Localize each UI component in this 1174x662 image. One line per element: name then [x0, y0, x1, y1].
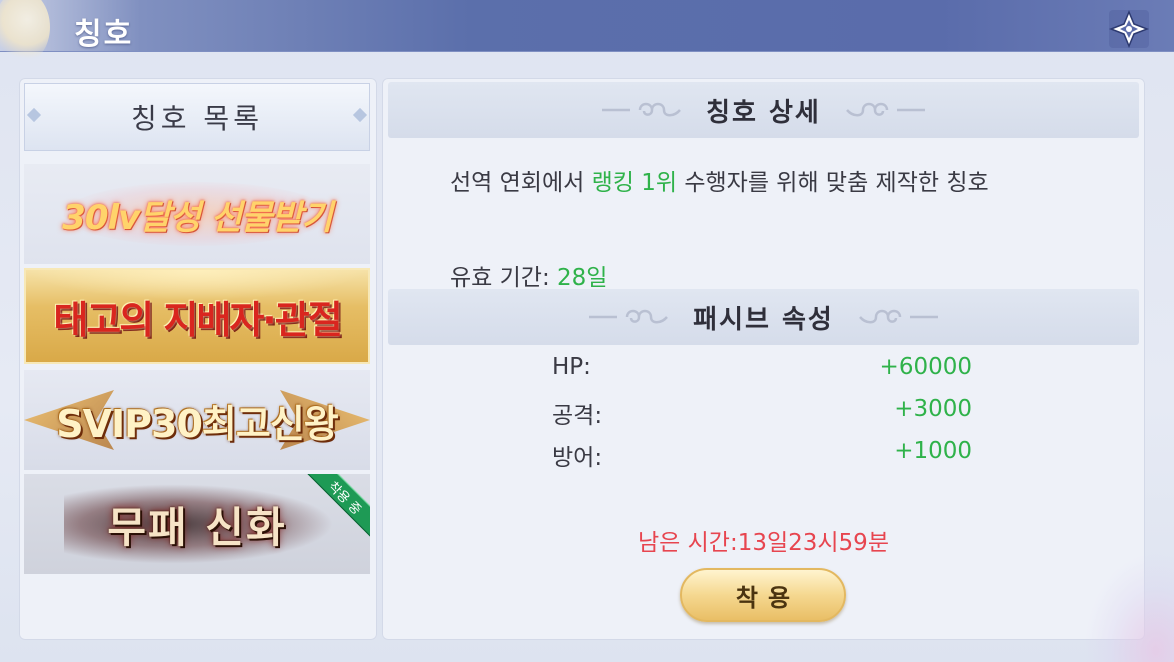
lotus-decoration — [1084, 552, 1174, 662]
title-list-panel: 칭호 목록 30lv달성 선물받기 태고의 지배자·관절 SVIP30최고신왕 … — [19, 78, 377, 640]
title-list-heading: 칭호 목록 — [131, 102, 263, 135]
title-item-label: SVIP30최고신왕 — [56, 401, 338, 446]
passive-section-header: 패시브 속성 — [388, 289, 1139, 345]
remaining-time: 남은 시간:13일23시59분 — [638, 530, 889, 556]
title-item-svip30[interactable]: SVIP30최고신왕 — [24, 370, 370, 470]
validity-period: 유효 기간: 28일 — [450, 258, 607, 292]
attribute-value: +60000 — [879, 354, 972, 380]
detail-section-header: 칭호 상세 — [388, 82, 1139, 138]
validity-value: 28일 — [557, 265, 608, 291]
attribute-row-defense: 방어: +1000 — [552, 438, 972, 471]
title-list-header: 칭호 목록 — [24, 83, 370, 151]
close-button[interactable] — [1103, 8, 1155, 50]
swirl-ornament-icon — [858, 309, 938, 324]
attribute-value: +1000 — [894, 438, 972, 464]
attribute-label: HP: — [552, 354, 591, 380]
title-item-undefeated-myth[interactable]: 무패 신화 착용 중 — [24, 474, 370, 574]
equip-button[interactable]: 착용 — [680, 568, 846, 622]
desc-highlight: 랭킹 1위 — [591, 170, 678, 196]
attribute-row-attack: 공격: +3000 — [552, 396, 972, 429]
swirl-ornament-icon — [602, 102, 682, 117]
attribute-label: 방어: — [552, 445, 603, 471]
title-item-label: 30lv달성 선물받기 — [62, 197, 333, 238]
attribute-value: +3000 — [894, 396, 972, 422]
moon-decoration — [0, 0, 50, 64]
title-item-label: 무패 신화 — [107, 502, 287, 552]
attribute-label: 공격: — [552, 403, 603, 429]
attribute-row-hp: HP: +60000 — [552, 354, 972, 384]
title-item-label: 태고의 지배자·관절 — [53, 297, 342, 342]
desc-text: 선역 연회에서 — [450, 170, 592, 196]
page-title: 칭호 — [74, 17, 134, 52]
title-item-30lv-gift[interactable]: 30lv달성 선물받기 — [24, 164, 370, 264]
title-detail-panel: 칭호 상세 선역 연회에서 랭킹 1위 수행자를 위해 맞춤 제작한 칭호 유효… — [382, 78, 1145, 640]
passive-section-title: 패시브 속성 — [693, 304, 834, 335]
validity-label: 유효 기간: — [450, 265, 558, 291]
detail-section-title: 칭호 상세 — [706, 97, 821, 128]
swirl-ornament-icon — [845, 102, 925, 117]
desc-text: 수행자를 위해 맞춤 제작한 칭호 — [677, 170, 989, 196]
title-bar: 칭호 — [0, 0, 1174, 64]
close-x-icon — [1108, 10, 1150, 48]
swirl-ornament-icon — [589, 309, 669, 324]
title-description: 선역 연회에서 랭킹 1위 수행자를 위해 맞춤 제작한 칭호 — [450, 156, 1090, 211]
title-item-ancient-ruler[interactable]: 태고의 지배자·관절 — [24, 268, 370, 364]
